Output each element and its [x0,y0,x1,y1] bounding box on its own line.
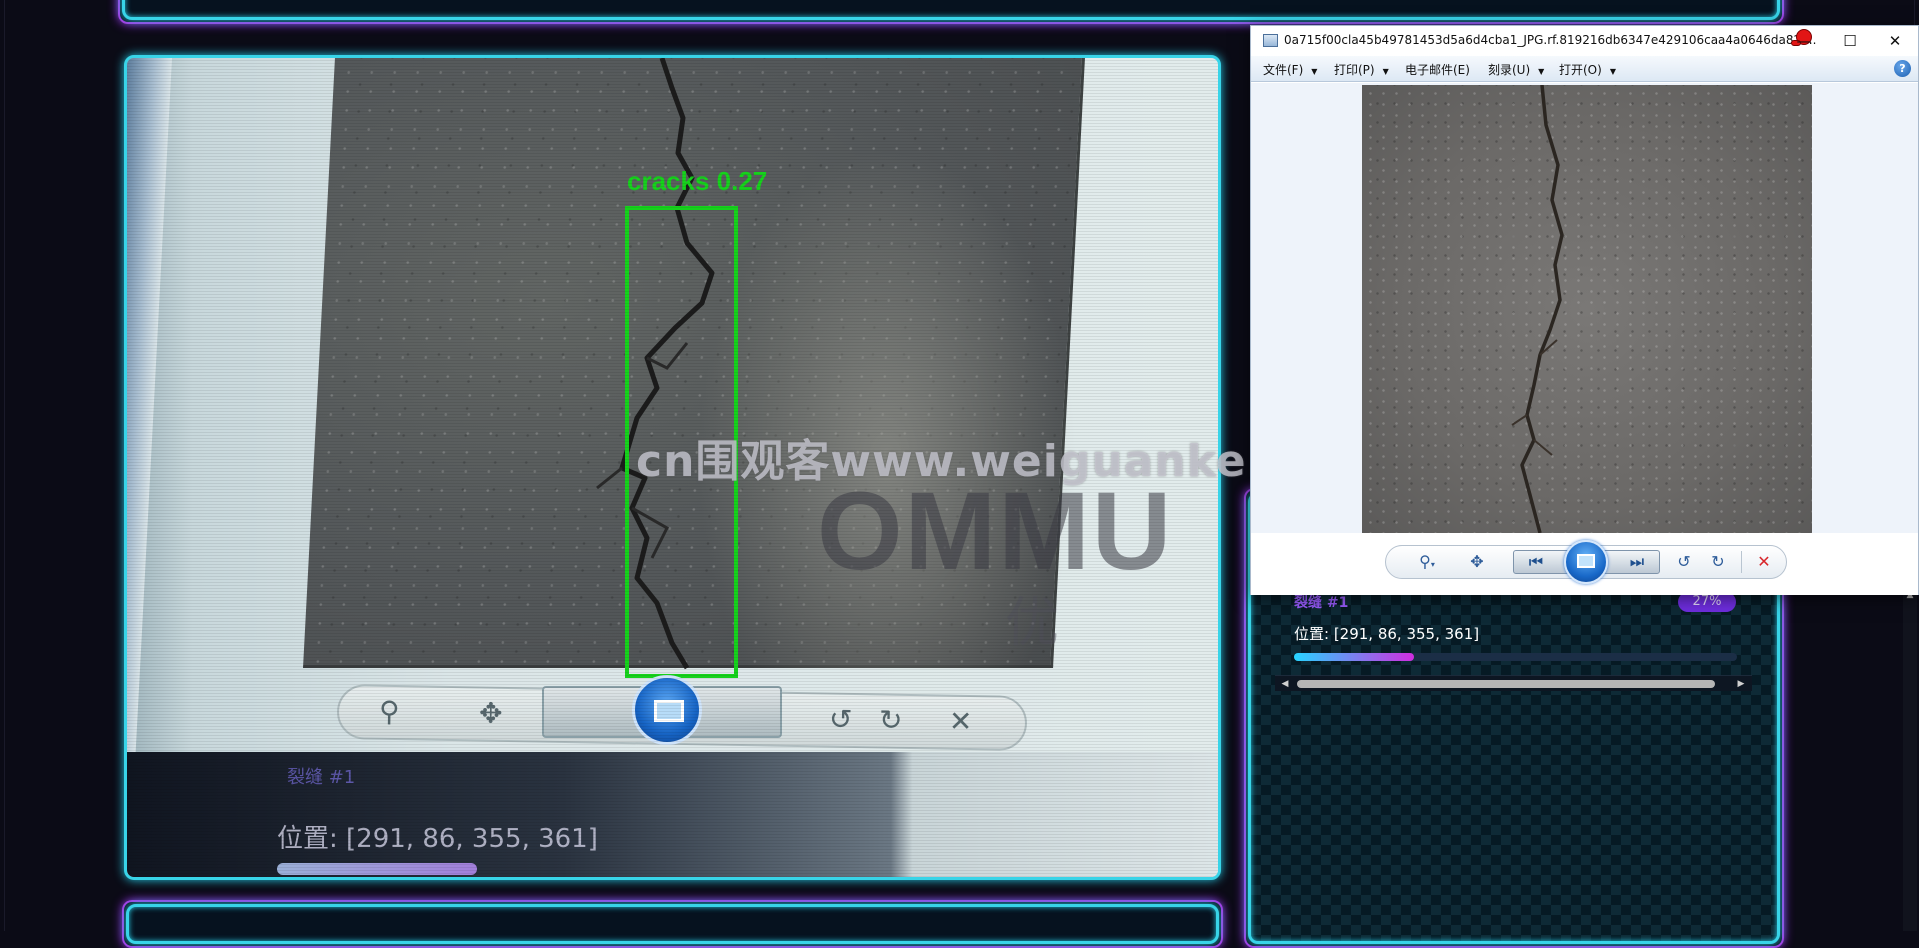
help-icon[interactable]: ? [1894,60,1911,77]
menu-open-label: 打开(O) [1559,63,1602,77]
reflected-zoom-icon: ⚲ [378,694,400,729]
viewer-photo [1362,85,1812,533]
viewer-menubar: 文件(F) ▼ 打印(P) ▼ 电子邮件(E) 刻录(U) ▼ 打开(O) ▼ ? [1251,56,1918,82]
menu-open-caret-icon: ▼ [1609,67,1616,76]
reflected-delete-icon: ✕ [948,704,973,739]
menu-burn-caret-icon: ▼ [1538,67,1545,76]
scroll-left-arrow-icon[interactable]: ◀ [1279,678,1291,690]
reflected-slideshow-icon [632,675,702,745]
menu-burn[interactable]: 刻录(U) ▼ [1488,61,1544,78]
menu-print[interactable]: 打印(P) ▼ [1334,61,1389,78]
horizontal-scrollbar[interactable]: ◀ ▶ [1275,675,1752,691]
menu-print-caret-icon: ▼ [1382,67,1389,76]
detection-label: cracks 0.27 [627,166,768,196]
reflected-rotate-left-icon: ↺ [828,702,853,736]
menu-file-label: 文件(F) [1263,63,1304,77]
reflected-progress-bar [277,863,477,875]
minimize-button[interactable]: — [1781,26,1827,56]
slideshow-icon[interactable] [1564,540,1608,584]
reflected-crack-title: 裂缝 #1 [287,767,356,788]
app-root: OMMU 优 cracks 0.27 ⚲ ✥ ↺ ↻ ✕ 裂缝 #1 位置: [… [0,0,1919,948]
menu-email-label: 电子邮件(E) [1405,63,1470,77]
reflected-rotate-right-icon: ↻ [878,703,903,737]
crack-position: 位置: [291, 86, 355, 361] [1294,625,1480,643]
viewer-titlebar[interactable]: 0a715f00cla45b49781453d5a6d4cba1_JPG.rf.… [1251,26,1918,56]
rotate-left-icon[interactable]: ↺ [1673,552,1695,572]
viewer-toolbar: ⚲▾ ✥ ⏮ ⏭ ↺ ↻ ✕ [1251,533,1918,595]
zoom-icon[interactable]: ⚲▾ [1411,552,1443,572]
watermark: cn围观客www.weiguanke.cn [636,436,1324,487]
page-vertical-scrollbar[interactable]: ▲ [1903,590,1917,931]
menu-file[interactable]: 文件(F) ▼ [1263,61,1317,78]
slideshow-screen [1577,554,1595,568]
scroll-right-arrow-icon[interactable]: ▶ [1735,678,1747,690]
confidence-bar-fill [1294,653,1414,661]
menu-print-label: 打印(P) [1334,63,1375,77]
delete-icon[interactable]: ✕ [1753,552,1775,572]
horizontal-scroll-thumb[interactable] [1297,680,1715,688]
fit-icon[interactable]: ✥ [1465,552,1489,572]
menu-email[interactable]: 电子邮件(E) [1405,61,1470,78]
reflected-position-text: 位置: [291, 86, 355, 361] [277,824,598,854]
reflected-fit-icon: ✥ [478,696,503,730]
toolbar-separator [1741,551,1742,573]
close-button[interactable]: ✕ [1872,26,1918,56]
menu-file-caret-icon: ▼ [1311,67,1318,76]
menu-open[interactable]: 打开(O) ▼ [1559,61,1616,78]
menu-burn-label: 刻录(U) [1488,63,1531,77]
confidence-bar [1294,653,1737,661]
viewer-title: 0a715f00cla45b49781453d5a6d4cba1_JPG.rf.… [1284,33,1817,47]
photo-viewer-app-icon [1263,34,1278,47]
top-banner [122,0,1780,20]
viewer-crack-line [1511,85,1564,533]
viewer-image-area [1251,83,1918,533]
maximize-button[interactable]: ☐ [1827,26,1873,56]
confidence-badge: 27% [1678,592,1736,612]
photo-viewer-window: 0a715f00cla45b49781453d5a6d4cba1_JPG.rf.… [1250,25,1919,595]
rotate-right-icon[interactable]: ↻ [1707,552,1729,572]
reflected-slideshow-screen [654,700,684,722]
next-icon[interactable]: ⏭ [1624,552,1650,572]
crack-item-title: 裂缝 #1 [1294,595,1349,611]
previous-icon[interactable]: ⏮ [1523,552,1549,572]
bottom-banner [126,904,1219,944]
